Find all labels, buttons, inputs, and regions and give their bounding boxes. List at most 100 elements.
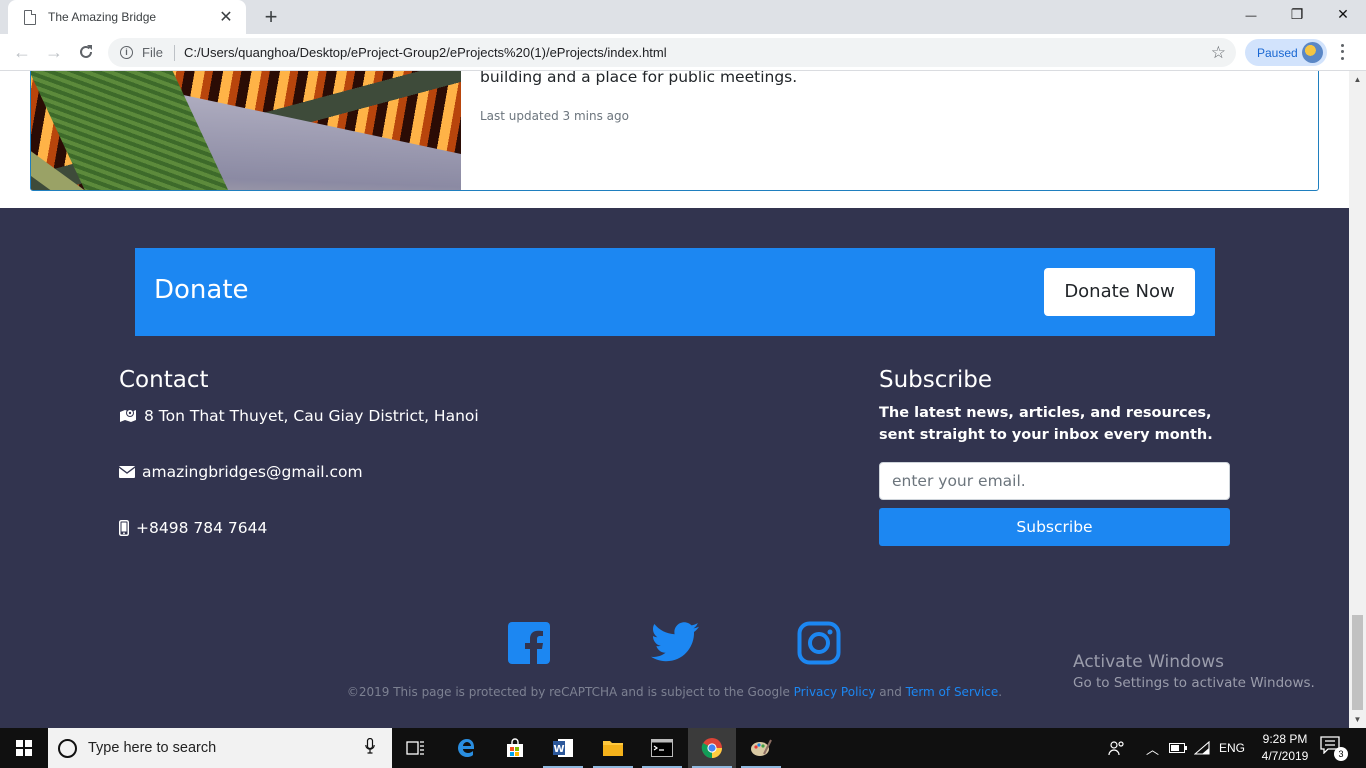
taskbar-search[interactable]: Type here to search bbox=[48, 728, 392, 768]
restore-button[interactable]: ❐ bbox=[1274, 0, 1320, 30]
activate-windows-watermark: Activate Windows Go to Settings to activ… bbox=[1073, 652, 1315, 691]
subscribe-heading: Subscribe bbox=[879, 367, 993, 393]
info-icon[interactable]: i bbox=[120, 46, 133, 59]
browser-tab[interactable]: The Amazing Bridge ✕ bbox=[8, 0, 246, 34]
page-scrollbar[interactable]: ▲ ▼ bbox=[1349, 71, 1366, 728]
subscribe-description: The latest news, articles, and resources… bbox=[879, 405, 1213, 443]
page-icon bbox=[24, 9, 36, 25]
reload-button[interactable] bbox=[74, 40, 98, 64]
instagram-link[interactable] bbox=[797, 621, 843, 667]
windows-logo-icon bbox=[16, 740, 32, 756]
svg-text:W: W bbox=[553, 744, 564, 755]
card-description: building and a place for public meetings… bbox=[480, 71, 798, 86]
scroll-thumb[interactable] bbox=[1352, 615, 1363, 710]
edge-app[interactable] bbox=[443, 728, 491, 768]
browser-tab-bar: The Amazing Bridge ✕ + — ❐ ✕ bbox=[0, 0, 1366, 34]
word-icon: W bbox=[553, 739, 573, 757]
clock-date: 4/7/2019 bbox=[1261, 749, 1309, 763]
twitter-icon bbox=[651, 622, 699, 662]
bridge-card: building and a place for public meetings… bbox=[30, 71, 1319, 191]
privacy-policy-link[interactable]: Privacy Policy bbox=[794, 685, 876, 699]
edge-icon bbox=[458, 739, 474, 757]
divider bbox=[173, 44, 175, 61]
paint-app[interactable] bbox=[737, 728, 785, 768]
close-icon: ✕ bbox=[1337, 6, 1349, 22]
browser-toolbar: ← → i File C:/Users/quanghoa/Desktop/ePr… bbox=[0, 34, 1366, 71]
back-button[interactable]: ← bbox=[10, 40, 34, 64]
terminal-icon bbox=[651, 739, 673, 757]
minimize-button[interactable]: — bbox=[1228, 0, 1274, 30]
browser-menu-icon[interactable] bbox=[1338, 42, 1346, 62]
store-app[interactable] bbox=[491, 728, 539, 768]
battery-icon bbox=[1169, 743, 1187, 753]
new-tab-button[interactable]: + bbox=[259, 5, 283, 29]
people-icon bbox=[1108, 741, 1124, 756]
paint-palette-icon bbox=[751, 739, 772, 756]
contact-address: 8 Ton That Thuyet, Cau Giay District, Ha… bbox=[119, 407, 479, 425]
email-text[interactable]: amazingbridges@gmail.com bbox=[142, 463, 363, 481]
url-scheme: File bbox=[142, 45, 163, 60]
word-app[interactable]: W bbox=[539, 728, 587, 768]
chrome-app[interactable] bbox=[688, 728, 736, 768]
map-icon bbox=[119, 408, 137, 424]
input-language[interactable]: ENG bbox=[1219, 728, 1245, 768]
windows-taskbar: Type here to search W ︿ ENG 9:28 PM 4/7/… bbox=[0, 728, 1366, 768]
site-footer: Donate Donate Now Contact 8 Ton That Thu… bbox=[0, 208, 1349, 728]
show-hidden-icons-button[interactable]: ︿ bbox=[1146, 728, 1159, 768]
task-view-button[interactable] bbox=[392, 728, 440, 768]
system-clock[interactable]: 9:28 PM 4/7/2019 bbox=[1254, 731, 1316, 765]
donate-now-button[interactable]: Donate Now bbox=[1044, 268, 1195, 316]
close-window-button[interactable]: ✕ bbox=[1320, 0, 1366, 30]
clock-time: 9:28 PM bbox=[1262, 732, 1308, 746]
action-center-button[interactable]: 3 bbox=[1320, 736, 1348, 761]
bridge-photo bbox=[31, 71, 461, 190]
facebook-link[interactable] bbox=[507, 621, 553, 667]
back-arrow-icon: ← bbox=[13, 42, 31, 62]
contact-phone: +8498 784 7644 bbox=[119, 519, 267, 537]
reload-icon bbox=[80, 45, 92, 58]
address-text: 8 Ton That Thuyet, Cau Giay District, Ha… bbox=[144, 407, 479, 425]
email-field[interactable] bbox=[879, 462, 1230, 500]
card-updated-time: Last updated 3 mins ago bbox=[480, 109, 629, 123]
donate-title: Donate bbox=[154, 275, 249, 305]
tab-close-button[interactable]: ✕ bbox=[218, 7, 234, 27]
forward-button[interactable]: → bbox=[42, 40, 66, 64]
wifi-icon bbox=[1194, 741, 1210, 755]
minimize-icon: — bbox=[1245, 10, 1257, 22]
profile-button[interactable]: Paused bbox=[1245, 39, 1327, 66]
folder-icon bbox=[603, 741, 623, 756]
instagram-icon bbox=[797, 621, 841, 665]
search-placeholder: Type here to search bbox=[88, 740, 217, 756]
restore-icon: ❐ bbox=[1290, 6, 1304, 22]
file-explorer-app[interactable] bbox=[589, 728, 637, 768]
envelope-icon bbox=[119, 466, 135, 478]
contact-email: amazingbridges@gmail.com bbox=[119, 463, 363, 481]
tab-title: The Amazing Bridge bbox=[48, 10, 157, 24]
start-button[interactable] bbox=[0, 728, 48, 768]
avatar bbox=[1302, 42, 1323, 63]
address-bar[interactable]: i File C:/Users/quanghoa/Desktop/eProjec… bbox=[108, 38, 1236, 67]
subscribe-button[interactable]: Subscribe bbox=[879, 508, 1230, 546]
facebook-icon bbox=[508, 622, 550, 665]
store-icon bbox=[507, 738, 523, 757]
microphone-icon[interactable] bbox=[360, 737, 380, 759]
phone-text: +8498 784 7644 bbox=[136, 519, 268, 537]
scroll-up-icon[interactable]: ▲ bbox=[1349, 71, 1366, 88]
bookmark-star-icon[interactable]: ☆ bbox=[1211, 43, 1226, 63]
profile-status: Paused bbox=[1257, 45, 1298, 60]
scroll-down-icon[interactable]: ▼ bbox=[1349, 711, 1366, 728]
url-text[interactable]: C:/Users/quanghoa/Desktop/eProject-Group… bbox=[184, 45, 667, 60]
people-button[interactable] bbox=[1108, 728, 1126, 768]
network-status[interactable] bbox=[1194, 728, 1210, 768]
task-view-icon bbox=[406, 741, 424, 755]
chrome-icon bbox=[701, 738, 722, 759]
twitter-link[interactable] bbox=[651, 621, 699, 667]
page-viewport: building and a place for public meetings… bbox=[0, 71, 1349, 728]
language-label: ENG bbox=[1219, 741, 1246, 755]
donate-banner: Donate Donate Now bbox=[135, 248, 1215, 336]
mobile-phone-icon bbox=[119, 520, 129, 536]
contact-heading: Contact bbox=[119, 367, 209, 393]
terms-of-service-link[interactable]: Term of Service bbox=[906, 685, 999, 699]
battery-status[interactable] bbox=[1169, 728, 1187, 768]
command-prompt-app[interactable] bbox=[638, 728, 686, 768]
